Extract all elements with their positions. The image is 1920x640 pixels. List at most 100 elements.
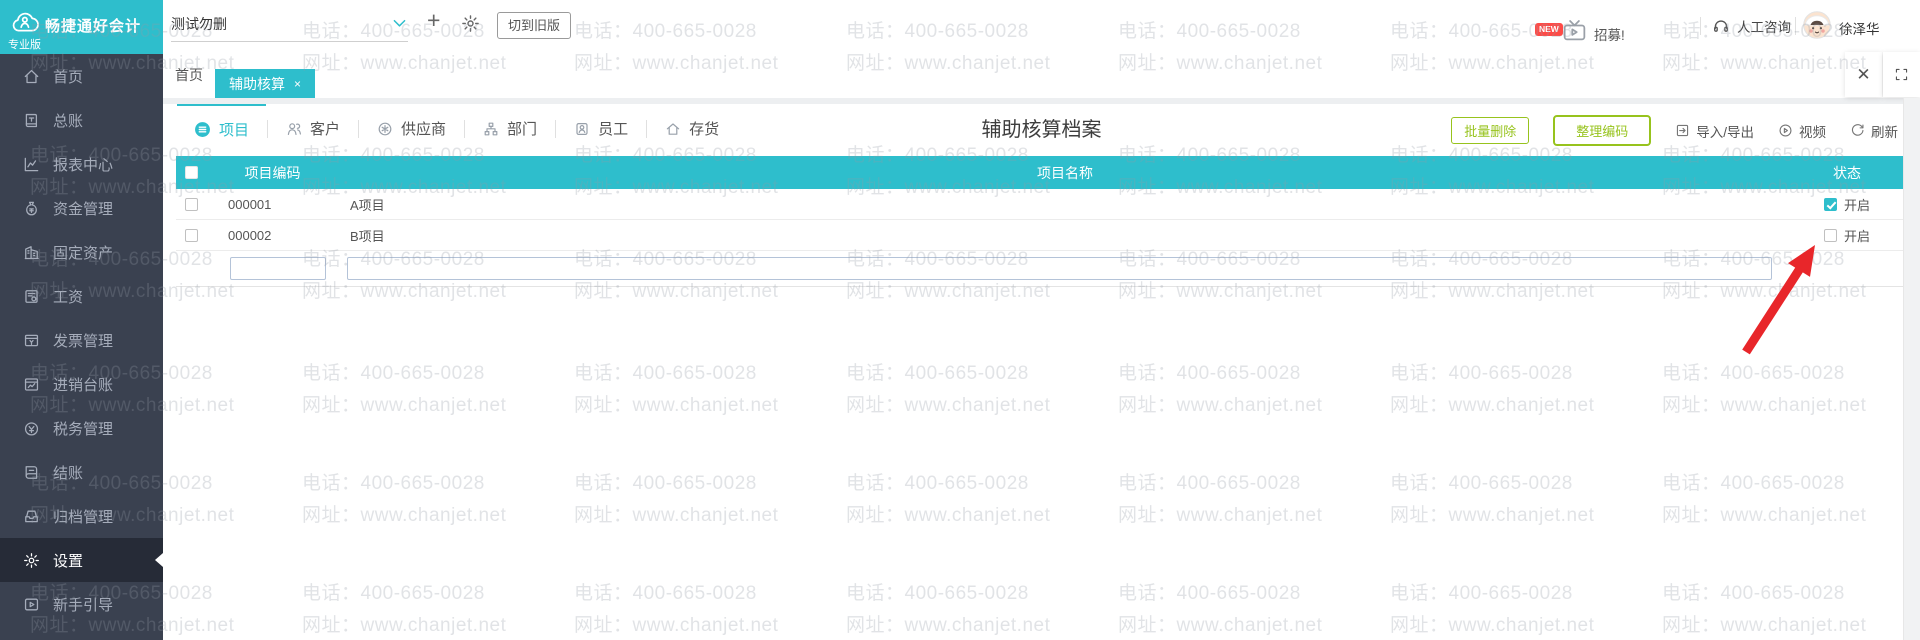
sidebar-item-label: 资金管理: [53, 200, 114, 218]
sidebar-item-more[interactable]: [0, 628, 163, 640]
sidebar-item-label: 固定资产: [53, 244, 114, 262]
recruit-label: 招募!: [1594, 28, 1625, 43]
settings-gear-button[interactable]: [461, 14, 480, 38]
data-table: 项目编码 项目名称 状态 000001 A项目 开启 000002 B项目 开启: [176, 156, 1903, 287]
ledger-book-icon: [24, 377, 39, 391]
row-checkbox[interactable]: [184, 228, 198, 242]
batch-delete-button[interactable]: 批量删除: [1451, 117, 1530, 144]
refresh-icon: [1851, 124, 1864, 136]
divider: [1795, 17, 1796, 35]
switch-old-version-button[interactable]: 切到旧版: [497, 12, 572, 39]
fullscreen-icon: [1895, 68, 1908, 81]
app-window: 畅捷通好会计 专业版 首页 总账 报表中心 资金管理 固定资产 工资 发票管理 …: [0, 0, 1920, 640]
refresh-button[interactable]: 刷新: [1850, 121, 1898, 141]
import-export-label: 导入/导出: [1696, 124, 1754, 140]
support-label: 人工咨询: [1737, 20, 1791, 35]
sidebar-item-report-center[interactable]: 报表中心: [0, 142, 163, 186]
sidebar-item-label: 结账: [53, 464, 84, 482]
refresh-label: 刷新: [1871, 124, 1898, 140]
table-row[interactable]: 000001 A项目 开启: [176, 189, 1903, 220]
home-icon: [24, 69, 39, 83]
close-button[interactable]: ✕: [1845, 52, 1882, 97]
sidebar-item-label: 工资: [53, 288, 84, 306]
sidebar-item-invoice[interactable]: 发票管理: [0, 318, 163, 362]
tab-close-icon[interactable]: ×: [294, 77, 301, 91]
payroll-card-icon: [25, 289, 38, 303]
import-export-icon: [1677, 124, 1689, 137]
closing-book-icon: [25, 465, 38, 479]
sidebar-item-label: 税务管理: [53, 420, 114, 438]
new-code-input[interactable]: [230, 257, 326, 280]
sidebar-item-beginner-guide[interactable]: 新手引导: [0, 582, 163, 626]
account-selector[interactable]: 测试勿删: [171, 4, 408, 42]
sidebar-item-label: 进销台账: [53, 376, 114, 394]
add-account-button[interactable]: +: [427, 7, 440, 34]
avatar[interactable]: [1803, 11, 1831, 44]
close-icon: ✕: [1856, 64, 1871, 84]
guide-video-icon: [24, 598, 39, 610]
cell-code: 000001: [228, 196, 272, 212]
sidebar-item-tax[interactable]: 税务管理: [0, 406, 163, 450]
headset-icon: [1714, 20, 1728, 32]
new-badge: NEW: [1535, 23, 1563, 36]
sidebar-item-label: 首页: [53, 68, 84, 86]
sidebar-item-label: 设置: [53, 552, 84, 570]
sidebar-item-closing[interactable]: 结账: [0, 450, 163, 494]
brand-logo: 畅捷通好会计 专业版: [0, 0, 163, 54]
tax-coin-icon: [24, 421, 39, 436]
tab-home[interactable]: 首页: [163, 52, 215, 98]
sidebar-item-label: 归档管理: [53, 508, 114, 526]
username[interactable]: 徐泽华: [1839, 18, 1880, 38]
chart-icon: [24, 157, 39, 171]
sidebar-item-label: 新手引导: [53, 596, 114, 614]
sidebar-item-settings[interactable]: 设置: [0, 538, 163, 582]
table-header: 项目编码 项目名称 状态: [176, 156, 1903, 189]
avatar-image: [1803, 11, 1831, 39]
sidebar-item-general-ledger[interactable]: 总账: [0, 98, 163, 142]
table-row[interactable]: 000002 B项目 开启: [176, 220, 1903, 251]
scrollbar-track: [1903, 98, 1920, 640]
status-label: 开启: [1843, 228, 1870, 244]
sidebar-item-fixed-assets[interactable]: 固定资产: [0, 230, 163, 274]
window-controls: ✕: [1845, 52, 1920, 98]
cell-name: B项目: [350, 228, 385, 244]
cell-name: A项目: [350, 197, 385, 213]
fullscreen-button[interactable]: [1883, 52, 1920, 97]
gear-icon: [462, 15, 479, 32]
cell-code: 000002: [228, 227, 272, 243]
support-link[interactable]: 人工咨询: [1712, 16, 1791, 36]
sidebar-item-archive[interactable]: 归档管理: [0, 494, 163, 538]
sidebar: 畅捷通好会计 专业版 首页 总账 报表中心 资金管理 固定资产 工资 发票管理 …: [0, 0, 163, 640]
import-export-button[interactable]: 导入/导出: [1675, 121, 1754, 141]
cloud-logo-icon: [12, 12, 39, 32]
archive-box-icon: [25, 510, 38, 522]
recruit-link[interactable]: NEW 招募!: [1535, 18, 1650, 46]
column-header-name: 项目名称: [1037, 164, 1093, 181]
gear-icon: [24, 552, 39, 568]
select-all-checkbox[interactable]: [184, 166, 198, 179]
tab-auxiliary-accounting[interactable]: 辅助核算 ×: [215, 69, 316, 98]
building-icon: [24, 245, 39, 259]
account-name: 测试勿删: [171, 16, 227, 32]
row-checkbox[interactable]: [184, 197, 198, 211]
chevron-down-icon: [393, 19, 406, 27]
status-checkbox[interactable]: [1823, 228, 1837, 242]
main-content: 项目 客户 供应商 部门 员工 存货 辅助核算档案 批量删除 整理编码 导入/导…: [163, 104, 1920, 640]
play-circle-icon: [1779, 124, 1792, 137]
video-label: 视频: [1799, 124, 1826, 140]
table-edit-row: [176, 251, 1903, 287]
tab-label: 辅助核算: [229, 75, 285, 92]
ledger-icon: [25, 113, 38, 127]
topbar: 测试勿删 + 切到旧版 NEW 招募! 人工咨询 徐泽华: [163, 0, 1920, 52]
organize-codes-button[interactable]: 整理编码: [1553, 115, 1652, 146]
column-header-status: 状态: [1833, 164, 1861, 181]
sidebar-item-purchase-sales-ledger[interactable]: 进销台账: [0, 362, 163, 406]
sidebar-item-funds[interactable]: 资金管理: [0, 186, 163, 230]
status-checkbox[interactable]: [1823, 197, 1837, 211]
new-name-input[interactable]: [347, 257, 1772, 280]
sidebar-item-home[interactable]: 首页: [0, 54, 163, 98]
sidebar-item-label: 总账: [53, 112, 84, 130]
toolbar: 批量删除 整理编码 导入/导出 视频 刷新: [1451, 115, 1898, 146]
sidebar-item-payroll[interactable]: 工资: [0, 274, 163, 318]
video-button[interactable]: 视频: [1778, 121, 1826, 141]
